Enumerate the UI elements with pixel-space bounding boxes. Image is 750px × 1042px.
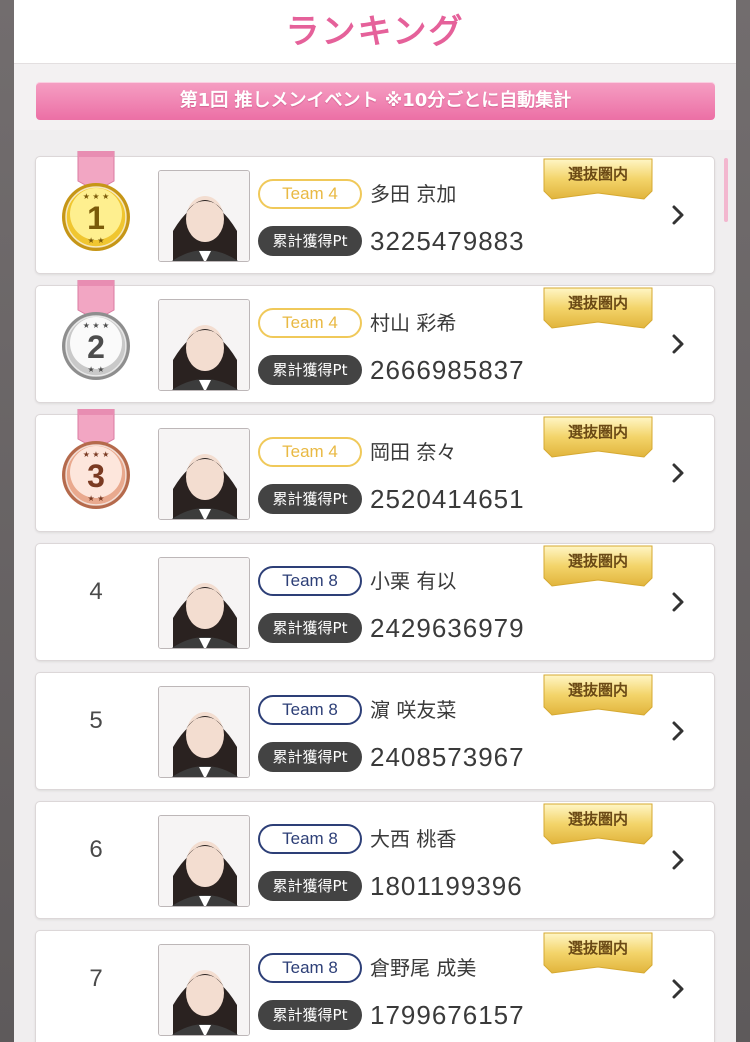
right-backdrop [736, 0, 750, 1042]
senbatsu-label: 選抜圏内 [567, 165, 628, 183]
member-name: 多田 京加 [370, 182, 457, 206]
member-photo [158, 170, 250, 262]
left-backdrop [0, 0, 14, 1042]
member-name: 村山 彩希 [370, 311, 457, 335]
points-label: 累計獲得Pt [258, 355, 362, 385]
rank-number: 7 [89, 965, 103, 992]
member-photo [158, 944, 250, 1036]
ranking-row-6[interactable]: 6 Team 8 大西 桃香 累計獲得Pt 1801199396 選抜圏内 [35, 801, 715, 919]
member-photo [158, 815, 250, 907]
chevron-right-icon[interactable] [666, 461, 690, 485]
points-label: 累計獲得Pt [258, 871, 362, 901]
ranking-row-4[interactable]: 4 Team 8 小栗 有以 累計獲得Pt 2429636979 選抜圏内 [35, 543, 715, 661]
silver-medal-icon: 2 ★ ★ ★ ★ ★ [62, 280, 130, 380]
member-name: 岡田 奈々 [370, 440, 457, 464]
member-name: 大西 桃香 [370, 827, 457, 851]
rank-number: 6 [89, 836, 103, 863]
chevron-right-icon[interactable] [666, 590, 690, 614]
points-value: 2429636979 [370, 613, 525, 643]
ranking-row-5[interactable]: 5 Team 8 濵 咲友菜 累計獲得Pt 2408573967 選抜圏内 [35, 672, 715, 790]
event-banner-text: 第1回 推しメンイベント ※10分ごとに自動集計 [179, 90, 572, 111]
svg-text:★ ★: ★ ★ [88, 365, 105, 374]
rank-number: 5 [89, 707, 103, 734]
team-badge: Team 4 [258, 437, 362, 467]
svg-text:★ ★: ★ ★ [88, 236, 105, 245]
page-header: ランキング [14, 0, 736, 64]
member-name: 小栗 有以 [370, 569, 457, 593]
member-name: 倉野尾 成美 [370, 956, 477, 980]
senbatsu-ribbon: 選抜圏内 [542, 413, 654, 465]
team-badge: Team 8 [258, 566, 362, 596]
chevron-right-icon[interactable] [666, 977, 690, 1001]
team-badge: Team 8 [258, 695, 362, 725]
chevron-right-icon[interactable] [666, 719, 690, 743]
senbatsu-label: 選抜圏内 [567, 294, 628, 312]
team-badge: Team 4 [258, 179, 362, 209]
ranking-row-7[interactable]: 7 Team 8 倉野尾 成美 累計獲得Pt 1799676157 選抜圏内 [35, 930, 715, 1042]
svg-text:★ ★ ★: ★ ★ ★ [83, 192, 110, 201]
senbatsu-label: 選抜圏内 [567, 939, 628, 957]
gold-medal-icon: 1 ★ ★ ★ ★ ★ [62, 151, 130, 251]
points-value: 3225479883 [370, 226, 525, 256]
points-label: 累計獲得Pt [258, 742, 362, 772]
ranking-row-3[interactable]: 3 ★ ★ ★ ★ ★ Team 4 岡田 奈々 累計獲得Pt 25204146… [35, 409, 715, 532]
ranking-list[interactable]: 1 ★ ★ ★ ★ ★ Team 4 多田 京加 累計獲得Pt 32254798… [14, 130, 736, 1042]
points-value: 2666985837 [370, 355, 525, 385]
points-label: 累計獲得Pt [258, 226, 362, 256]
team-badge: Team 8 [258, 953, 362, 983]
member-photo [158, 428, 250, 520]
chevron-right-icon[interactable] [666, 203, 690, 227]
chevron-right-icon[interactable] [666, 848, 690, 872]
points-value: 2408573967 [370, 742, 525, 772]
bronze-medal-icon: 3 ★ ★ ★ ★ ★ [62, 409, 130, 509]
member-name: 濵 咲友菜 [370, 698, 457, 722]
senbatsu-ribbon: 選抜圏内 [542, 929, 654, 981]
member-photo [158, 686, 250, 778]
svg-text:★ ★: ★ ★ [88, 494, 105, 503]
chevron-right-icon[interactable] [666, 332, 690, 356]
senbatsu-label: 選抜圏内 [567, 423, 628, 441]
senbatsu-label: 選抜圏内 [567, 810, 628, 828]
points-value: 1801199396 [370, 871, 523, 901]
points-value: 1799676157 [370, 1000, 525, 1030]
ranking-row-1[interactable]: 1 ★ ★ ★ ★ ★ Team 4 多田 京加 累計獲得Pt 32254798… [35, 151, 715, 274]
senbatsu-ribbon: 選抜圏内 [542, 284, 654, 336]
senbatsu-ribbon: 選抜圏内 [542, 671, 654, 723]
senbatsu-ribbon: 選抜圏内 [542, 800, 654, 852]
senbatsu-label: 選抜圏内 [567, 681, 628, 699]
svg-text:1: 1 [87, 200, 105, 236]
ranking-screen: ランキング 第1回 推しメンイベント ※10分ごとに自動集計 1 ★ ★ ★ ★… [14, 0, 736, 1042]
team-badge: Team 8 [258, 824, 362, 854]
member-photo [158, 299, 250, 391]
svg-text:★ ★ ★: ★ ★ ★ [83, 321, 110, 330]
svg-text:2: 2 [87, 329, 105, 365]
senbatsu-label: 選抜圏内 [567, 552, 628, 570]
points-label: 累計獲得Pt [258, 613, 362, 643]
ranking-row-2[interactable]: 2 ★ ★ ★ ★ ★ Team 4 村山 彩希 累計獲得Pt 26669858… [35, 280, 715, 403]
page-title: ランキング [285, 12, 465, 52]
senbatsu-ribbon: 選抜圏内 [542, 542, 654, 594]
member-photo [158, 557, 250, 649]
svg-text:★ ★ ★: ★ ★ ★ [83, 450, 110, 459]
points-label: 累計獲得Pt [258, 484, 362, 514]
senbatsu-ribbon: 選抜圏内 [542, 155, 654, 207]
team-badge: Team 4 [258, 308, 362, 338]
points-value: 2520414651 [370, 484, 525, 514]
event-banner: 第1回 推しメンイベント ※10分ごとに自動集計 [36, 82, 715, 120]
svg-text:3: 3 [87, 458, 105, 494]
rank-number: 4 [89, 578, 103, 605]
scrollbar[interactable] [724, 158, 728, 222]
points-label: 累計獲得Pt [258, 1000, 362, 1030]
